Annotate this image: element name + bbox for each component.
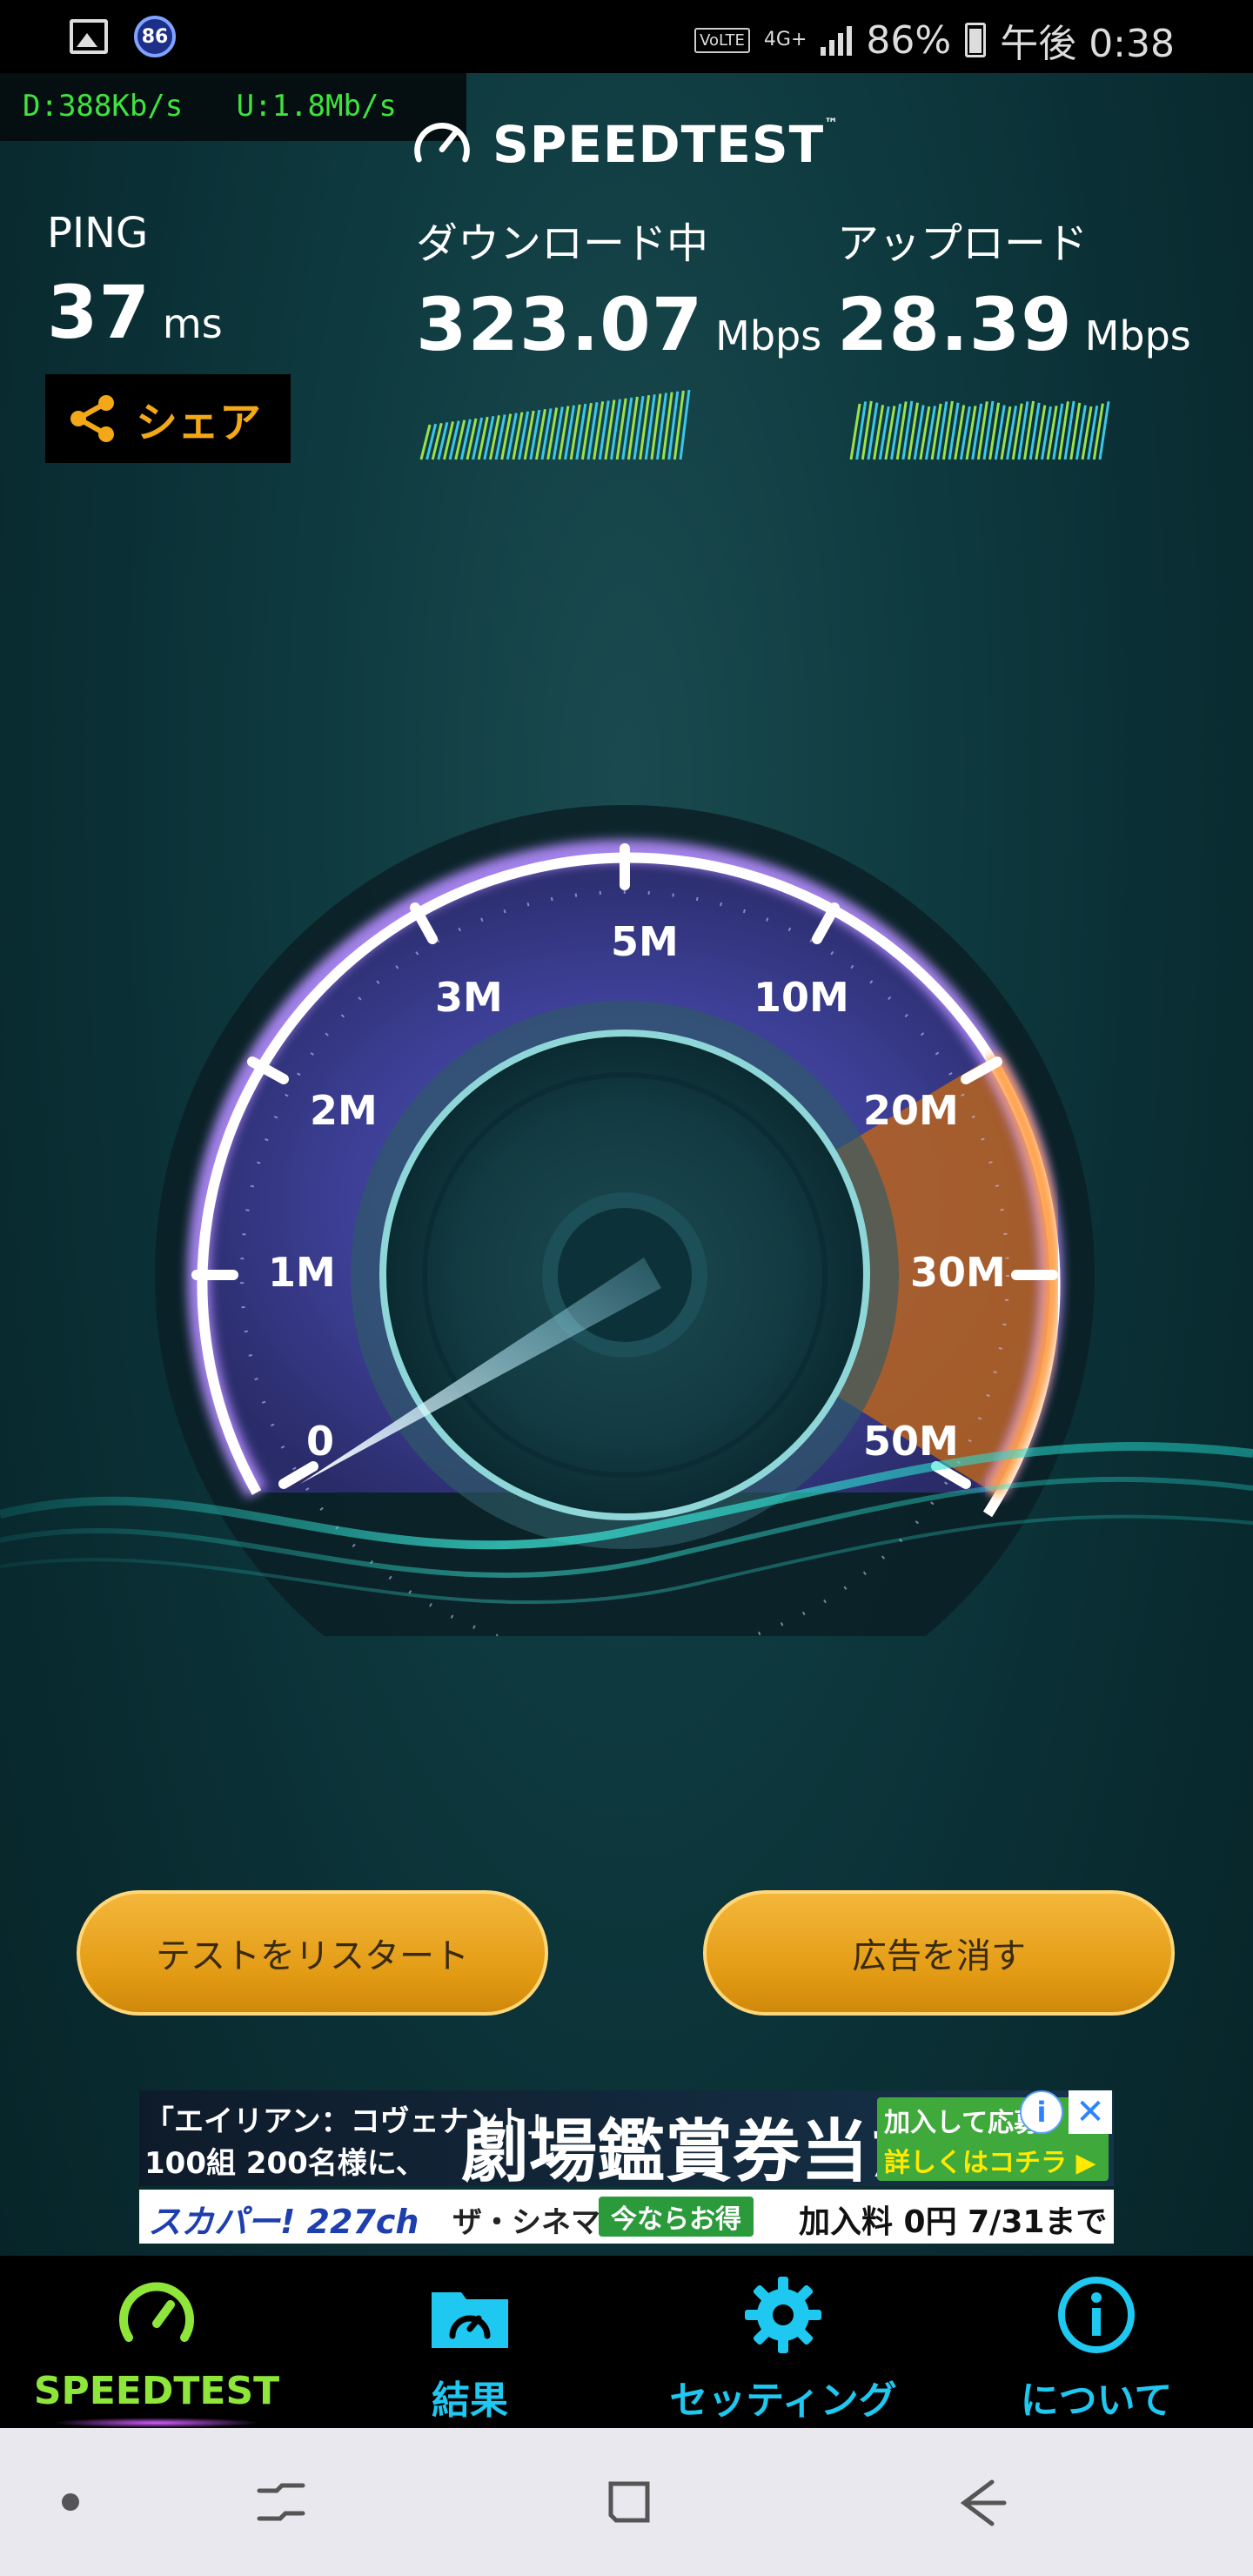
upload-metric: アップロード 28.39 Mbps xyxy=(837,209,1191,367)
ad-banner[interactable]: 「エイリアン：コヴェナント」 100組 200名様に、 劇場鑑賞券当たる! 加入… xyxy=(139,2090,1114,2244)
status-bar-right: VoLTE 4G+ 86% 午後 0:38 xyxy=(694,12,1175,68)
ad-brand: スカパー! 227ch xyxy=(148,2203,419,2241)
status-bar-left: 86 xyxy=(70,16,176,57)
back-icon[interactable] xyxy=(941,2463,1020,2541)
share-icon xyxy=(70,395,114,442)
nav-item-results[interactable]: 結果 xyxy=(313,2256,626,2428)
speedtest-logo: SPEEDTEST™ xyxy=(409,111,839,178)
ad-bottom: スカパー! 227ch ザ・シネマ 今ならお得 加入料 0円 7/31まで xyxy=(139,2190,1114,2244)
ad-top: 「エイリアン：コヴェナント」 100組 200名様に、 劇場鑑賞券当たる! 加入… xyxy=(139,2090,1114,2191)
gauge-label-1m: 1M xyxy=(268,1249,336,1296)
ping-value: 37 xyxy=(47,270,151,355)
nav-item-about[interactable]: について xyxy=(940,2256,1253,2428)
upload-rate: U:1.8Mb/s xyxy=(236,89,397,124)
download-value: 323.07 xyxy=(416,282,704,367)
gauge-label-20m: 20M xyxy=(863,1087,959,1134)
upload-unit: Mbps xyxy=(1084,312,1191,359)
download-unit: Mbps xyxy=(715,312,822,359)
results-folder-icon xyxy=(432,2292,508,2348)
rate-overlay: D:388Kb/s U:1.8Mb/s xyxy=(0,73,466,141)
upload-value: 28.39 xyxy=(837,282,1073,367)
restart-test-button[interactable]: テストをリスタート xyxy=(77,1890,548,2016)
notification-badge: 86 xyxy=(134,16,176,57)
bottom-nav: SPEEDTEST 結果 セッティング について xyxy=(0,2256,1253,2428)
ad-close-icon[interactable]: ✕ xyxy=(1069,2090,1112,2134)
ad-line2: 100組 200名様に、 xyxy=(144,2146,425,2181)
nav-label-settings: セッティング xyxy=(669,2378,897,2423)
ping-label: PING xyxy=(47,209,149,258)
share-button[interactable]: シェア xyxy=(45,374,291,463)
share-label: シェア xyxy=(136,399,262,447)
speedometer-icon xyxy=(119,2282,194,2342)
battery-percent: 86% xyxy=(866,17,952,63)
download-rate: D:388Kb/s xyxy=(23,89,184,124)
gauge-label-30m: 30M xyxy=(910,1249,1006,1296)
ping-metric: PING 37 ms xyxy=(47,209,223,355)
download-label: ダウンロード中 xyxy=(416,219,709,268)
gauge-label-5m: 5M xyxy=(611,918,679,965)
nav-item-speedtest[interactable]: SPEEDTEST xyxy=(0,2256,313,2428)
gauge-label-3m: 3M xyxy=(435,974,503,1021)
nav-label-speedtest: SPEEDTEST xyxy=(33,2369,280,2413)
logo-text: SPEEDTEST™ xyxy=(492,115,840,174)
wave-decoration xyxy=(0,1442,1253,1605)
gauge-label-2m: 2M xyxy=(310,1087,378,1134)
ad-cta-line1: 加入して応募 xyxy=(884,2108,1041,2138)
active-indicator xyxy=(52,2418,261,2428)
info-icon xyxy=(1058,2277,1135,2353)
network-type: 4G+ xyxy=(763,29,807,50)
speedtest-screen: 86 VoLTE 4G+ 86% 午後 0:38 D:388Kb/s U:1.8… xyxy=(0,0,1253,2576)
signal-icon xyxy=(821,24,853,56)
upload-label: アップロード xyxy=(837,219,1089,268)
nav-item-settings[interactable]: セッティング xyxy=(626,2256,940,2428)
ad-channel: ザ・シネマ xyxy=(452,2205,600,2240)
ping-unit: ms xyxy=(162,300,223,347)
clock: 午後 0:38 xyxy=(1000,22,1175,66)
volte-icon: VoLTE xyxy=(694,27,750,53)
dot-icon[interactable] xyxy=(31,2463,110,2541)
ad-price: 加入料 0円 7/31まで xyxy=(799,2204,1108,2240)
recents-icon[interactable] xyxy=(242,2463,320,2541)
upload-sparkline xyxy=(849,400,1110,460)
ad-deal: 今ならお得 xyxy=(599,2197,754,2237)
gauge-label-10m: 10M xyxy=(754,974,849,1021)
gear-icon xyxy=(745,2277,821,2353)
home-icon[interactable] xyxy=(590,2463,668,2541)
ad-info-icon[interactable]: i xyxy=(1020,2090,1063,2134)
nav-label-results: 結果 xyxy=(432,2378,508,2423)
ad-cta-line2: 詳しくはコチラ ▶ xyxy=(884,2148,1096,2178)
system-nav-bar xyxy=(0,2428,1253,2576)
remove-ads-button[interactable]: 広告を消す xyxy=(703,1890,1175,2016)
speedometer-logo-icon xyxy=(414,123,470,163)
download-sparkline xyxy=(419,389,691,460)
battery-icon xyxy=(965,23,987,57)
gallery-icon xyxy=(70,19,108,54)
nav-label-about: について xyxy=(1020,2378,1173,2423)
download-metric: ダウンロード中 323.07 Mbps xyxy=(416,209,821,367)
status-bar: 86 VoLTE 4G+ 86% 午後 0:38 xyxy=(0,0,1253,73)
